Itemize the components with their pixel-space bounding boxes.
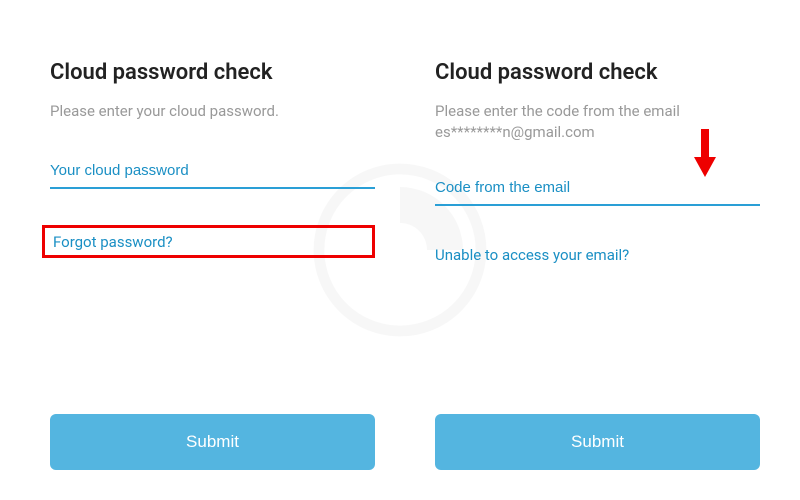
highlight-annotation: Forgot password? [42,225,375,258]
code-input-wrapper [435,171,760,206]
password-panel: Cloud password check Please enter your c… [50,60,375,470]
cloud-password-input[interactable] [50,154,375,189]
submit-button[interactable]: Submit [435,414,760,470]
code-panel: Cloud password check Please enter the co… [435,60,760,470]
forgot-password-link[interactable]: Forgot password? [53,233,173,251]
submit-button[interactable]: Submit [50,414,375,470]
panel-subtitle: Please enter your cloud password. [50,101,375,122]
password-input-wrapper [50,154,375,189]
panel-title: Cloud password check [435,60,760,85]
panel-title: Cloud password check [50,60,375,85]
arrow-annotation-icon [690,129,720,179]
unable-access-email-link[interactable]: Unable to access your email? [435,246,760,264]
